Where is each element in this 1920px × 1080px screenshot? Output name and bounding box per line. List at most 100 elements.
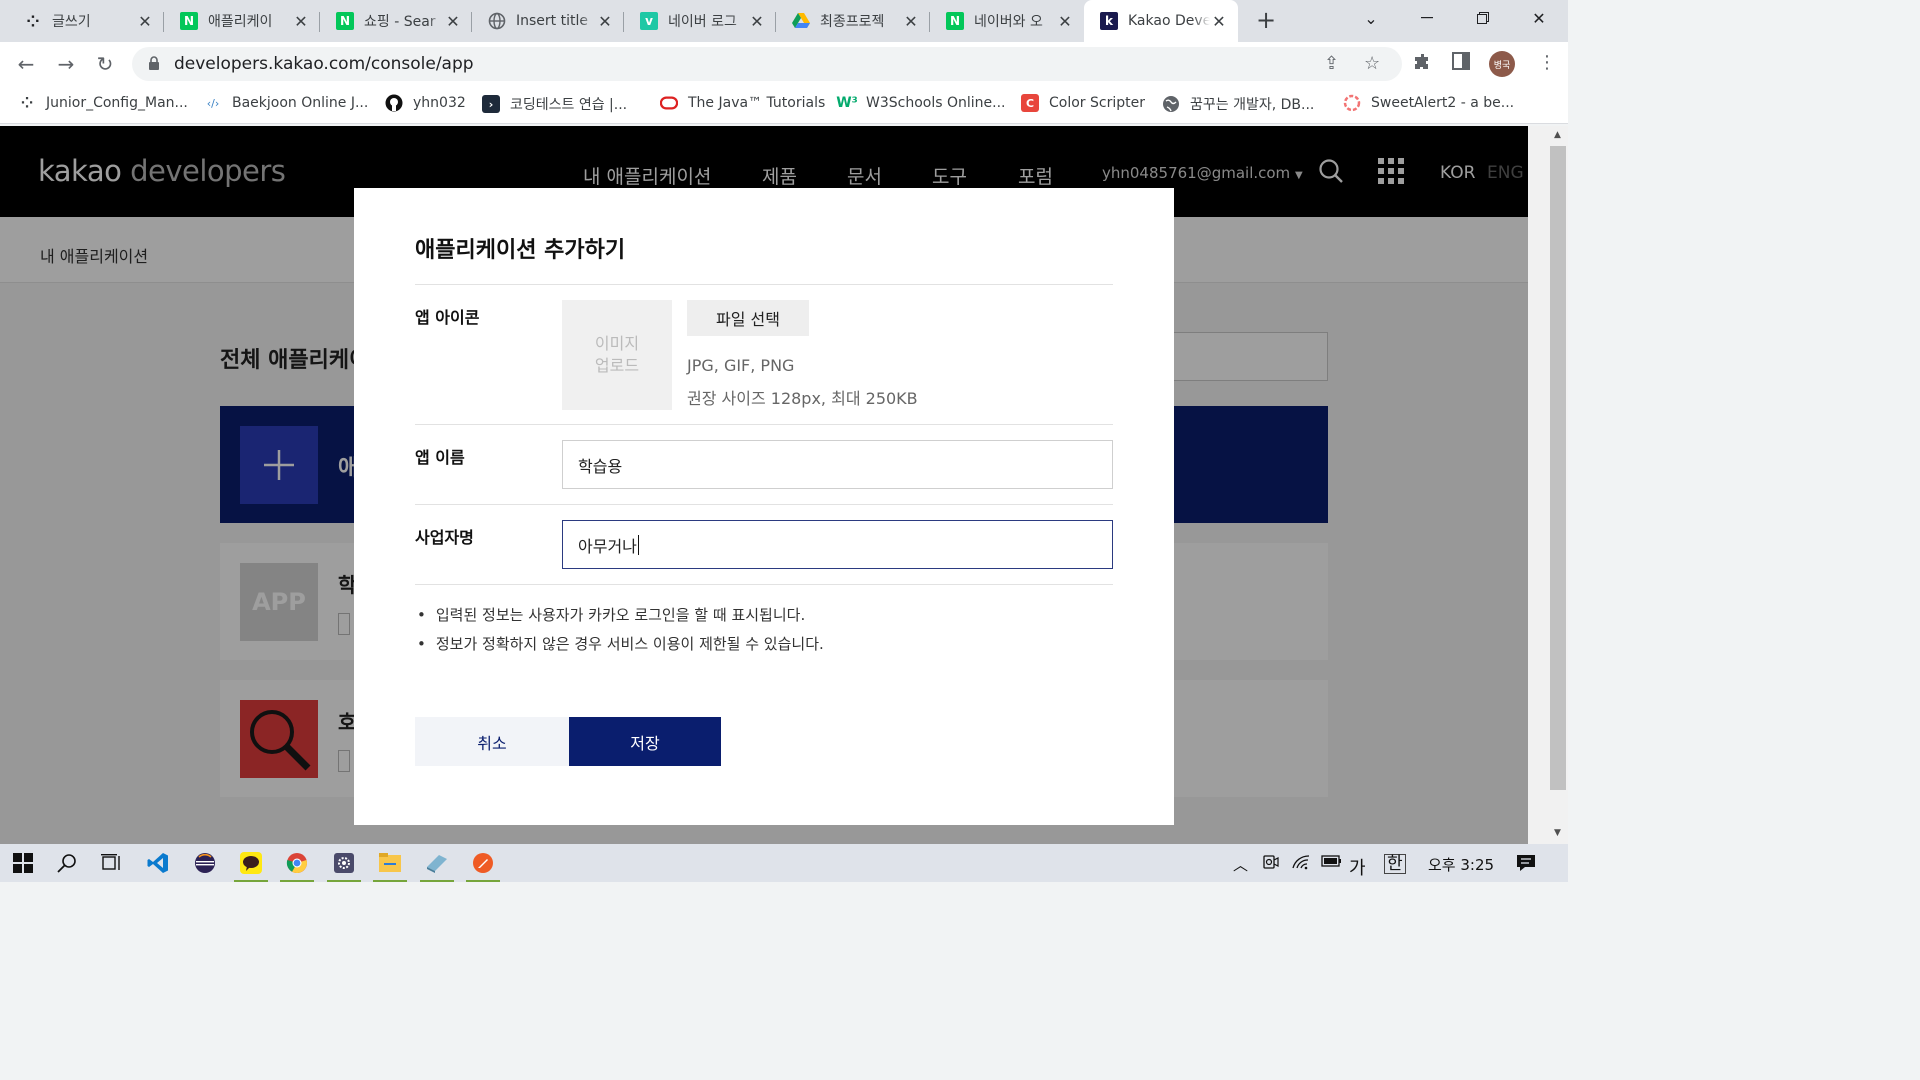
dots-icon: ⁘ [26,11,40,31]
kakaotalk-icon[interactable] [228,844,274,882]
close-icon[interactable]: ✕ [1056,12,1074,31]
page-scrollbar[interactable]: ▲ ▼ [1528,126,1568,844]
windows-taskbar: ︿ 가 한 오후 3:25 [0,844,1568,882]
bookmark-item[interactable]: The Java™ Tutorials [660,94,825,112]
restore-button[interactable] [1460,0,1506,36]
profile-avatar[interactable]: 병국 [1489,51,1515,77]
close-icon[interactable]: ✕ [748,12,766,31]
bookmark-item[interactable]: 꿈꾸는 개발자, DB... [1162,94,1314,114]
close-window-button[interactable]: ✕ [1516,0,1562,36]
bookmark-star-icon[interactable]: ☆ [1364,53,1380,74]
bookmarks-bar: ⁘ Junior_Config_Man... ‹/› Baekjoon Onli… [0,86,1568,124]
close-icon[interactable]: ✕ [1210,12,1228,31]
windows-start-icon[interactable] [0,844,46,882]
save-button[interactable]: 저장 [569,717,721,766]
google-drive-icon [792,12,810,30]
bookmark-item[interactable]: SweetAlert2 - a be... [1343,94,1514,112]
company-name-label: 사업자명 [415,528,474,547]
clock[interactable]: 오후 3:25 [1428,854,1494,875]
divider [415,584,1113,585]
minimize-button[interactable] [1404,0,1450,36]
browser-toolbar: ← → ↻ developers.kakao.com/console/app ⇪… [0,42,1568,86]
bookmark-item[interactable]: W³ W3Schools Online... [836,94,1005,112]
kakao-k-icon: k [1100,12,1118,30]
address-bar[interactable]: developers.kakao.com/console/app ⇪ ☆ [132,47,1402,81]
bookmark-item[interactable]: yhn032 [385,94,466,112]
info-note: • 정보가 정확하지 않은 경우 서비스 이용이 제한될 수 있습니다. [417,635,824,653]
globe-icon [488,12,506,30]
scroll-down-icon[interactable]: ▼ [1554,828,1561,838]
tab-6[interactable]: 최종프로젝 ✕ [776,0,930,42]
chevron-up-icon[interactable]: ︿ [1233,854,1248,875]
app-name-label: 앱 이름 [415,448,465,467]
tab-8-active[interactable]: k Kakao Deve ✕ [1084,0,1238,42]
bookmark-item[interactable]: ⁘ Junior_Config_Man... [18,94,188,112]
naver-icon: N [336,12,354,30]
close-icon[interactable]: ✕ [902,12,920,31]
scroll-thumb[interactable] [1550,146,1566,790]
programmers-icon: › [482,95,500,113]
w3schools-icon: W³ [836,95,858,111]
naver-icon: N [180,12,198,30]
side-panel-icon[interactable] [1452,52,1470,75]
tab-2[interactable]: N 애플리케이 ✕ [164,0,320,42]
ime-lang-indicator[interactable]: 한 [1384,854,1406,874]
tab-5[interactable]: v 네이버 로그 ✕ [624,0,776,42]
tab-1[interactable]: ⁘ 글쓰기 ✕ [8,0,164,42]
ime-mode-indicator[interactable]: 가 [1349,854,1366,880]
battery-icon[interactable] [1320,854,1342,872]
tab-search-icon[interactable]: ⌄ [1348,0,1394,36]
cancel-button[interactable]: 취소 [415,717,569,766]
chrome-icon[interactable] [274,844,320,882]
naver-icon: N [946,12,964,30]
dots-icon: ⁘ [20,94,34,112]
app-name-input[interactable]: 학습용 [562,440,1113,489]
dialog-title: 애플리케이션 추가하기 [415,238,626,263]
github-icon [385,94,403,112]
bookmark-item[interactable]: › 코딩테스트 연습 |... [482,94,627,114]
divider [415,424,1113,425]
bullet-icon: • [417,606,426,624]
close-icon[interactable]: ✕ [292,12,310,31]
format-hint: JPG, GIF, PNG [687,356,795,375]
url-text[interactable]: developers.kakao.com/console/app [174,54,474,74]
forward-icon[interactable]: → [52,50,80,78]
divider [415,504,1113,505]
extensions-icon[interactable] [1413,52,1433,77]
size-hint: 권장 사이즈 128px, 최대 250KB [687,389,918,408]
v-icon: v [640,12,658,30]
postman-icon[interactable] [460,844,506,882]
company-name-input[interactable]: 아무거나 [562,520,1113,569]
close-icon[interactable]: ✕ [136,12,154,31]
file-explorer-icon[interactable] [367,844,413,882]
reload-icon[interactable]: ↻ [91,50,119,78]
vscode-icon[interactable] [135,844,181,882]
image-upload-box[interactable]: 이미지 업로드 [562,300,672,410]
scroll-up-icon[interactable]: ▲ [1554,130,1561,140]
bookmark-item[interactable]: C Color Scripter [1021,94,1145,112]
close-icon[interactable]: ✕ [444,12,462,31]
bookmark-item[interactable]: ‹/› Baekjoon Online J... [204,94,369,112]
choose-file-button[interactable]: 파일 선택 [687,300,809,336]
search-icon[interactable] [44,844,90,882]
close-icon[interactable]: ✕ [596,12,614,31]
code-icon: ‹/› [206,96,220,110]
lock-icon[interactable] [148,56,160,75]
color-scripter-icon: C [1021,94,1039,112]
tab-7[interactable]: N 네이버와 오 ✕ [930,0,1084,42]
task-view-icon[interactable] [88,844,134,882]
camera-icon[interactable] [1263,854,1279,874]
new-tab-button[interactable]: + [1252,7,1280,35]
wifi-icon[interactable] [1292,854,1310,874]
settings-gear-icon[interactable] [321,844,367,882]
app-icon-label: 앱 아이콘 [415,308,480,327]
menu-kebab-icon[interactable]: ⋮ [1538,52,1556,73]
tab-4[interactable]: Insert title ✕ [472,0,624,42]
back-icon[interactable]: ← [12,50,40,78]
share-icon[interactable]: ⇪ [1324,53,1339,74]
eclipse-icon[interactable] [182,844,228,882]
notification-icon[interactable] [1516,854,1536,876]
sql-developer-icon[interactable] [414,844,460,882]
globe-icon [1162,95,1180,113]
tab-3[interactable]: N 쇼핑 - Sear ✕ [320,0,472,42]
